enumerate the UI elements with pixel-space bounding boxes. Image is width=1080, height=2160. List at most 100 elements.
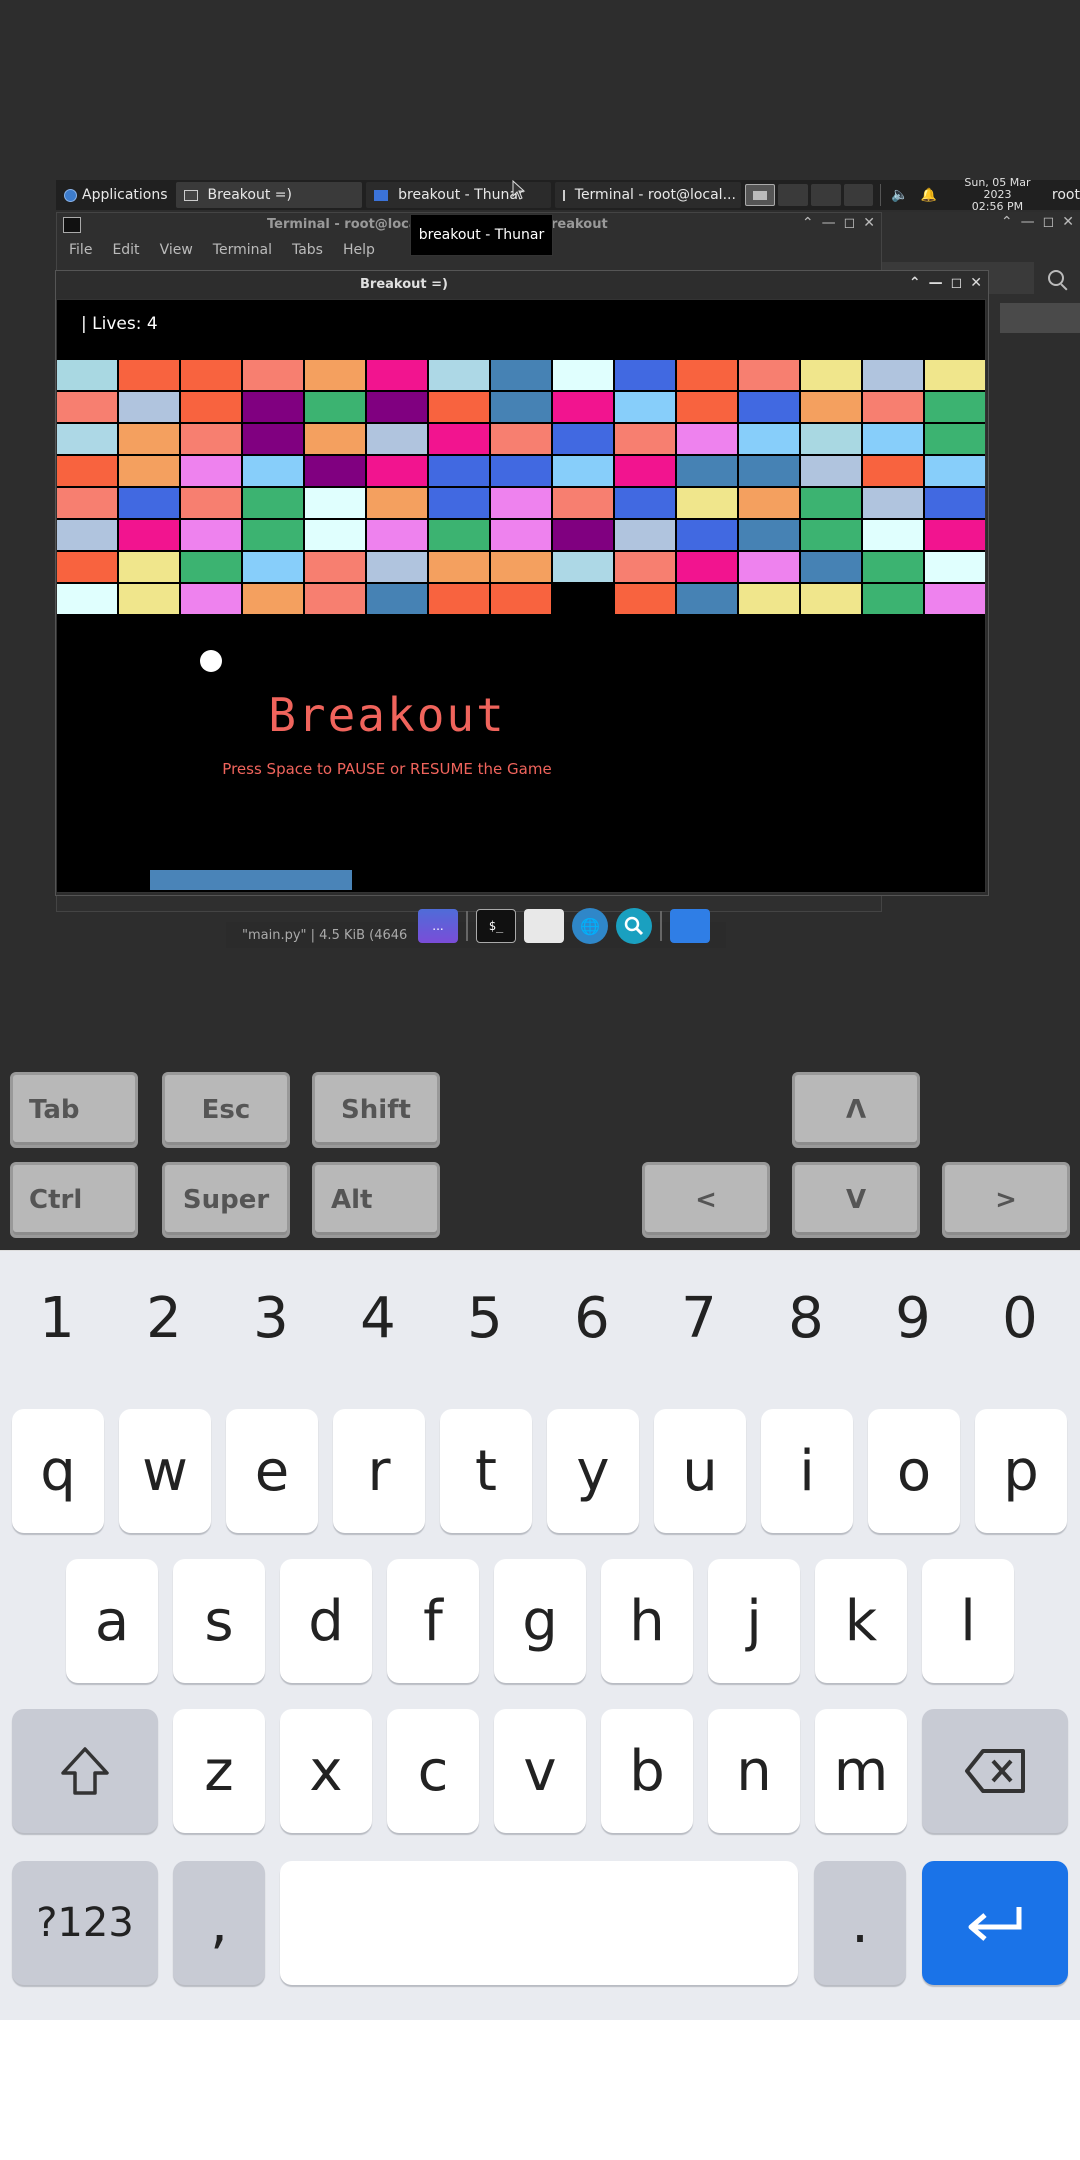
key-n[interactable]: n (708, 1709, 800, 1833)
game-canvas[interactable]: | Lives: 4 Breakout Press Space to PAUSE… (56, 299, 986, 893)
volume-icon[interactable]: 🔈 (891, 187, 908, 203)
shade-icon[interactable]: ⌃ (802, 215, 814, 231)
home-folder-icon[interactable] (670, 909, 710, 943)
key-y[interactable]: y (547, 1409, 639, 1533)
key-l[interactable]: l (922, 1559, 1014, 1683)
key-a[interactable]: a (66, 1559, 158, 1683)
key-g[interactable]: g (494, 1559, 586, 1683)
arrow-right-key[interactable]: > (942, 1162, 1070, 1238)
arrow-left-key[interactable]: < (642, 1162, 770, 1238)
arrow-down-key[interactable]: V (792, 1162, 920, 1238)
brick (367, 552, 427, 582)
brick (243, 488, 303, 518)
user-menu[interactable]: root (1052, 187, 1080, 203)
workspace-2[interactable] (778, 184, 808, 206)
menu-file[interactable]: File (69, 242, 92, 258)
tab-key[interactable]: Tab (10, 1072, 138, 1148)
key-9[interactable]: 9 (868, 1279, 958, 1359)
web-browser-icon[interactable]: 🌐 (572, 908, 608, 944)
brick (863, 392, 923, 422)
app-finder-icon[interactable] (616, 908, 652, 944)
workspace-1[interactable] (745, 184, 776, 206)
key-w[interactable]: w (119, 1409, 211, 1533)
key-t[interactable]: t (440, 1409, 532, 1533)
key-e[interactable]: e (226, 1409, 318, 1533)
esc-key[interactable]: Esc (162, 1072, 290, 1148)
minimize-icon[interactable]: — (929, 275, 943, 291)
brick (615, 360, 675, 390)
menu-help[interactable]: Help (343, 242, 375, 258)
alt-key[interactable]: Alt (312, 1162, 440, 1238)
notification-bell-icon[interactable]: 🔔 (921, 188, 937, 203)
show-desktop-icon[interactable]: ... (418, 909, 458, 943)
key-f[interactable]: f (387, 1559, 479, 1683)
minimize-icon[interactable]: — (1021, 214, 1035, 230)
task-terminal[interactable]: Terminal - root@local... (554, 182, 742, 208)
workspace-3[interactable] (810, 184, 841, 206)
close-icon[interactable]: ✕ (863, 215, 875, 231)
search-icon[interactable] (1048, 270, 1064, 286)
minimize-icon[interactable]: — (822, 215, 836, 231)
maximize-icon[interactable]: ◻ (844, 215, 856, 231)
menu-tabs[interactable]: Tabs (292, 242, 323, 258)
key-d[interactable]: d (280, 1559, 372, 1683)
key-3[interactable]: 3 (226, 1279, 316, 1359)
brick (615, 584, 675, 614)
shift-key[interactable]: Shift (312, 1072, 440, 1148)
key-h[interactable]: h (601, 1559, 693, 1683)
key-b[interactable]: b (601, 1709, 693, 1833)
key-p[interactable]: p (975, 1409, 1067, 1533)
key-2[interactable]: 2 (119, 1279, 209, 1359)
space-key[interactable] (280, 1861, 798, 1985)
key-1[interactable]: 1 (12, 1279, 102, 1359)
close-icon[interactable]: ✕ (1062, 214, 1074, 230)
key-o[interactable]: o (868, 1409, 960, 1533)
menu-edit[interactable]: Edit (112, 242, 139, 258)
brick (305, 456, 365, 486)
menu-terminal[interactable]: Terminal (213, 242, 272, 258)
maximize-icon[interactable]: ◻ (951, 275, 963, 291)
key-z[interactable]: z (173, 1709, 265, 1833)
key-x[interactable]: x (280, 1709, 372, 1833)
key-m[interactable]: m (815, 1709, 907, 1833)
key-5[interactable]: 5 (440, 1279, 530, 1359)
brick (553, 488, 613, 518)
close-icon[interactable]: ✕ (970, 275, 982, 291)
shade-icon[interactable]: ⌃ (909, 275, 921, 291)
menu-view[interactable]: View (160, 242, 193, 258)
brick (801, 552, 861, 582)
key-6[interactable]: 6 (547, 1279, 637, 1359)
key-7[interactable]: 7 (654, 1279, 744, 1359)
key-r[interactable]: r (333, 1409, 425, 1533)
super-key[interactable]: Super (162, 1162, 290, 1238)
key-i[interactable]: i (761, 1409, 853, 1533)
maximize-icon[interactable]: ◻ (1043, 214, 1055, 230)
arrow-up-key[interactable]: Λ (792, 1072, 920, 1148)
key-4[interactable]: 4 (333, 1279, 423, 1359)
workspace-4[interactable] (843, 184, 874, 206)
comma-key[interactable]: , (173, 1861, 265, 1985)
shift-key-soft[interactable] (12, 1709, 158, 1833)
terminal-launcher-icon[interactable]: $_ (476, 909, 516, 943)
period-key[interactable]: . (814, 1861, 906, 1985)
key-8[interactable]: 8 (761, 1279, 851, 1359)
key-u[interactable]: u (654, 1409, 746, 1533)
key-v[interactable]: v (494, 1709, 586, 1833)
key-s[interactable]: s (173, 1559, 265, 1683)
brick (801, 584, 861, 614)
clock[interactable]: Sun, 05 Mar 2023 02:56 PM (949, 177, 1046, 213)
key-j[interactable]: j (708, 1559, 800, 1683)
file-manager-icon[interactable] (524, 909, 564, 943)
symbols-key[interactable]: ?123 (12, 1861, 158, 1985)
backspace-key[interactable] (922, 1709, 1068, 1833)
key-0[interactable]: 0 (975, 1279, 1065, 1359)
key-q[interactable]: q (12, 1409, 104, 1533)
enter-key[interactable] (922, 1861, 1068, 1985)
key-c[interactable]: c (387, 1709, 479, 1833)
shade-icon[interactable]: ⌃ (1001, 214, 1013, 230)
breakout-titlebar[interactable]: Breakout =) ⌃ — ◻ ✕ (56, 271, 988, 297)
applications-menu[interactable]: Applications (56, 180, 176, 210)
key-k[interactable]: k (815, 1559, 907, 1683)
task-breakout[interactable]: Breakout =) (175, 182, 363, 208)
ctrl-key[interactable]: Ctrl (10, 1162, 138, 1238)
